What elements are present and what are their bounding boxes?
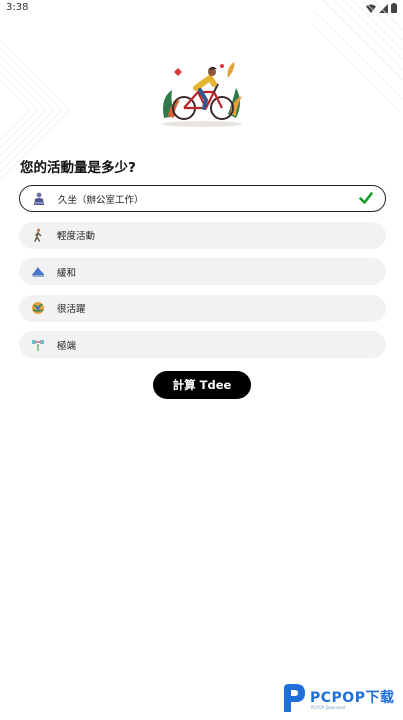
pcpop-logo-icon <box>284 684 305 712</box>
question-title: 您的活動量是多少? <box>20 160 136 176</box>
option-label: 久坐（辦公室工作） <box>58 194 144 206</box>
watermark-sub: PCPOP Download <box>311 705 346 710</box>
activity-options: 久坐（辦公室工作） 輕度活動 緩和 很活躍 極端 <box>19 185 386 368</box>
option-label: 輕度活動 <box>57 231 96 242</box>
watermark-brand: PCPOP下载 <box>310 690 395 706</box>
option-moderate[interactable]: 緩和 <box>19 258 386 285</box>
option-label: 極端 <box>57 340 77 352</box>
status-time: 3:38 <box>6 2 29 13</box>
sitting-person-icon <box>32 192 46 206</box>
calculate-tdee-button[interactable]: 計算 Tdee <box>153 371 251 399</box>
dumbbell-icon <box>31 338 45 352</box>
option-label: 緩和 <box>57 267 77 279</box>
active-globe-icon <box>31 301 45 315</box>
option-sedentary[interactable]: 久坐（辦公室工作） <box>19 185 386 212</box>
option-very-active[interactable]: 很活躍 <box>19 294 386 322</box>
check-icon <box>359 192 373 204</box>
option-extreme[interactable]: 極端 <box>19 331 386 358</box>
option-light-activity[interactable]: 輕度活動 <box>19 221 386 249</box>
decorative-lines <box>313 0 403 110</box>
watermark-logo: PCPOP下载 PCPOP Download <box>280 682 398 716</box>
cyclist-icon <box>162 62 242 127</box>
option-label: 很活躍 <box>57 304 86 315</box>
running-shoe-icon <box>31 265 45 279</box>
walking-person-icon <box>31 228 45 242</box>
